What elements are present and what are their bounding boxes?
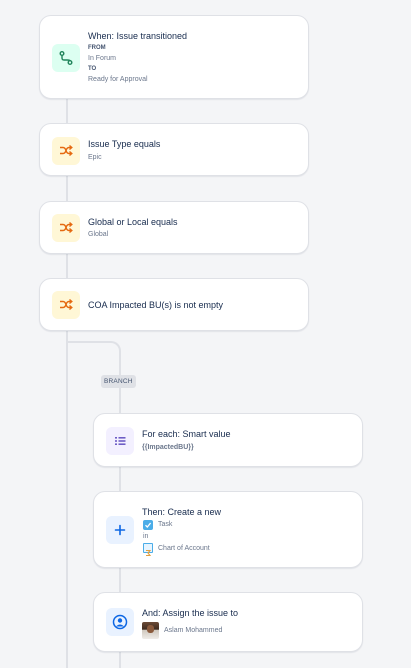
action-create-card[interactable]: Then: Create a new Task in Chart of Acco… <box>93 491 363 568</box>
from-label: FROM <box>88 45 106 51</box>
project-icon <box>143 543 153 557</box>
avatar <box>142 622 159 639</box>
task-type-icon <box>143 520 153 530</box>
plus-icon <box>106 516 134 544</box>
trigger-title: When: Issue transitioned <box>88 31 188 41</box>
flow-connector <box>66 330 68 668</box>
condition-value: Epic <box>88 154 102 161</box>
condition-card-global-local[interactable]: Global or Local equals Global <box>39 201 309 254</box>
user-circle-icon <box>106 608 134 636</box>
branch-for-each-card[interactable]: For each: Smart value {{ImpactedBU}} <box>93 413 363 467</box>
branch-connector <box>119 651 121 668</box>
condition-card-issue-type[interactable]: Issue Type equals Epic <box>39 123 309 176</box>
from-status: In Forum <box>88 55 117 62</box>
condition-title: COA Impacted BU(s) is not empty <box>88 300 224 310</box>
action-assign-card[interactable]: And: Assign the issue to Aslam Mohammed <box>93 592 363 652</box>
branch-badge: BRANCH <box>101 375 136 388</box>
branch-connector <box>66 341 121 361</box>
branch-title: For each: Smart value <box>142 429 231 439</box>
shuffle-icon <box>52 137 80 165</box>
to-status: Ready for Approval <box>88 76 148 83</box>
flow-connector <box>66 98 68 124</box>
condition-title: Issue Type equals <box>88 139 161 149</box>
flow-connector <box>66 176 68 202</box>
transition-icon <box>52 44 80 72</box>
condition-card-coa-impacted[interactable]: COA Impacted BU(s) is not empty <box>39 278 309 331</box>
branch-connector <box>119 466 121 492</box>
project-name: Chart of Account <box>158 545 210 552</box>
action-title: And: Assign the issue to <box>142 608 239 618</box>
smart-value: {{ImpactedBU}} <box>142 444 194 451</box>
shuffle-icon <box>52 214 80 242</box>
assignee-name: Aslam Mohammed <box>164 627 223 634</box>
trigger-card[interactable]: When: Issue transitioned FROM In Forum T… <box>39 15 309 99</box>
shuffle-icon <box>52 291 80 319</box>
condition-title: Global or Local equals <box>88 217 178 227</box>
in-label: in <box>143 533 149 540</box>
action-title: Then: Create a new <box>142 507 222 517</box>
issue-type: Task <box>158 521 173 528</box>
flow-connector <box>66 253 68 279</box>
branch-connector <box>119 567 121 593</box>
list-icon <box>106 427 134 455</box>
to-label: TO <box>88 66 97 72</box>
condition-value: Global <box>88 231 109 238</box>
